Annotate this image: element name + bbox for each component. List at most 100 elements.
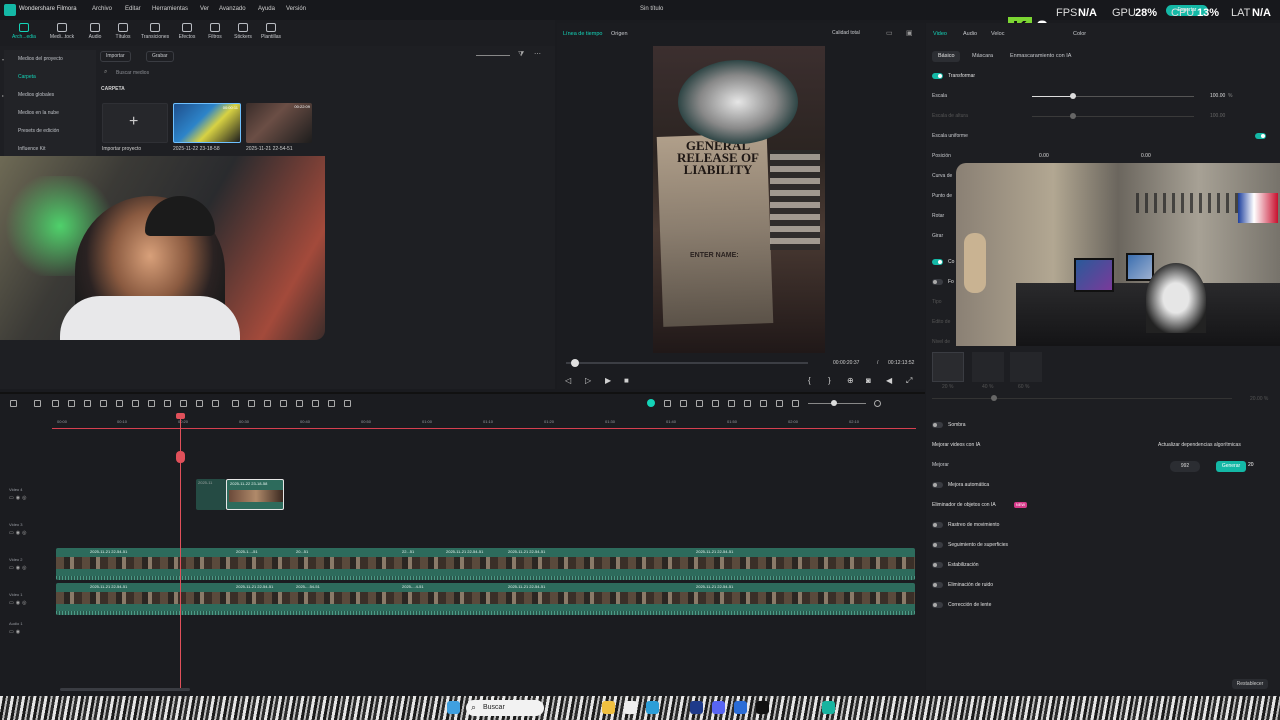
quality-select[interactable]: Calidad total	[832, 30, 860, 36]
sidebar-item-project-media[interactable]: Medios del proyecto	[18, 56, 63, 62]
app-icon[interactable]	[756, 701, 769, 714]
tool-titles[interactable]: Títulos	[109, 20, 137, 46]
subtab-ai-mask[interactable]: Enmascaramiento con IA	[1010, 53, 1071, 59]
playhead-cut-handle[interactable]	[176, 451, 185, 463]
surface-tracking-toggle[interactable]	[932, 542, 943, 548]
scale-value[interactable]: 100.00	[1210, 93, 1225, 99]
record-button[interactable]: Grabar	[146, 51, 174, 62]
scale-height-slider[interactable]	[1032, 116, 1194, 117]
transform-icon[interactable]	[280, 400, 287, 407]
mic-icon[interactable]	[728, 400, 735, 407]
filmora-taskbar-icon[interactable]	[822, 701, 835, 714]
scale-slider-handle[interactable]	[1070, 93, 1076, 99]
keyframe-icon[interactable]	[232, 400, 239, 407]
undo-icon[interactable]	[52, 400, 59, 407]
noise-removal-toggle[interactable]	[932, 582, 943, 588]
crop-icon[interactable]	[116, 400, 123, 407]
opacity-slider[interactable]	[932, 398, 1232, 399]
motion-tracking-toggle[interactable]	[932, 522, 943, 528]
import-button[interactable]: Importar	[100, 51, 131, 62]
eye-icon[interactable]	[328, 400, 335, 407]
tab-timeline-preview[interactable]: Línea de tiempo	[563, 31, 602, 37]
zoom-in-icon[interactable]	[874, 400, 881, 407]
generate-button[interactable]: Generar	[1216, 461, 1246, 472]
playhead-top-handle[interactable]	[176, 413, 185, 419]
mark-out-icon[interactable]: }	[828, 376, 831, 385]
stabilization-toggle[interactable]	[932, 562, 943, 568]
app-icon[interactable]	[734, 701, 747, 714]
tool-transitions[interactable]: Transiciones	[141, 20, 169, 46]
scene-icon[interactable]	[776, 400, 783, 407]
menu-help[interactable]: Ayuda	[258, 6, 275, 12]
media-thumb-clip-1[interactable]: 00:00:11	[173, 103, 241, 143]
timeline-track-video2[interactable]: 2025-11-21 22-54-51 2025-1...-51 20...51…	[56, 548, 915, 580]
auto-enhance-toggle[interactable]	[932, 482, 943, 488]
menu-version[interactable]: Versión	[286, 6, 306, 12]
ai-cut-icon[interactable]	[664, 400, 671, 407]
audio-mix-icon[interactable]	[744, 400, 751, 407]
media-thumb-clip-2[interactable]: 00:22:09	[246, 103, 312, 143]
edge-icon[interactable]	[646, 701, 659, 714]
track-controls-icon[interactable]: ▭◉◎	[9, 565, 28, 571]
camera-icon[interactable]: ◙	[866, 376, 871, 385]
preset-thumb-3[interactable]	[1010, 352, 1042, 382]
audio-detach-icon[interactable]	[312, 400, 319, 407]
snap-toggle-icon[interactable]	[647, 399, 655, 407]
fullscreen-icon[interactable]: ⤢	[906, 376, 912, 386]
sidebar-item-cloud-media[interactable]: Medios en la nube	[18, 110, 59, 116]
menu-file[interactable]: Archivo	[92, 6, 112, 12]
text-icon[interactable]	[132, 400, 139, 407]
subtab-mask[interactable]: Máscara	[972, 53, 993, 59]
thumbnail-size-slider[interactable]	[476, 55, 510, 56]
redo-icon[interactable]	[68, 400, 75, 407]
preset-thumb-2[interactable]	[972, 352, 1004, 382]
play-frame-icon[interactable]: ▷	[585, 376, 591, 385]
delete-icon[interactable]	[84, 400, 91, 407]
update-deps-link[interactable]: Actualizar dependencias algorítmicas	[1158, 442, 1241, 448]
menu-edit[interactable]: Editar	[125, 6, 141, 12]
tab-speed[interactable]: Veloc	[991, 31, 1004, 37]
sidebar-item-global-media[interactable]: Medios globales	[18, 92, 54, 98]
color-icon[interactable]	[196, 400, 203, 407]
timeline-track-video1[interactable]: 2025-11-21 22-54-51 2025-11-21 22-54-51 …	[56, 583, 915, 615]
track-controls-icon[interactable]: ▭◉◎	[9, 495, 28, 501]
mask-icon[interactable]	[264, 400, 271, 407]
ai-tool-icon[interactable]	[148, 400, 155, 407]
taskbar-search[interactable]: ⌕ Buscar	[466, 700, 544, 716]
zoom-slider-handle[interactable]	[831, 400, 837, 406]
preview-seek-bar[interactable]	[566, 362, 808, 364]
track-height-icon[interactable]	[760, 400, 767, 407]
menu-view[interactable]: Ver	[200, 6, 209, 12]
tab-video[interactable]: Video	[933, 31, 947, 37]
step-back-icon[interactable]: ◁	[565, 376, 571, 385]
app-icon[interactable]	[690, 701, 703, 714]
preset-thumb-1[interactable]	[932, 352, 964, 382]
uniform-scale-toggle[interactable]	[1255, 133, 1266, 139]
play-icon[interactable]: ▶	[605, 376, 611, 385]
tab-origin-preview[interactable]: Origen	[611, 31, 628, 37]
scale-height-handle[interactable]	[1070, 113, 1076, 119]
tool-stock[interactable]: Medi...tock	[48, 20, 76, 46]
select-icon[interactable]	[34, 400, 41, 407]
position-x[interactable]: 0.00	[1039, 153, 1049, 159]
import-project-tile[interactable]: +	[102, 103, 168, 143]
timeline-clip-v4-a[interactable]: 2025-11	[196, 479, 226, 510]
shield-icon[interactable]	[680, 400, 687, 407]
sidebar-item-edit-presets[interactable]: Presets de edición	[18, 128, 59, 134]
tool-filters[interactable]: Filtros	[201, 20, 229, 46]
zoom-icon[interactable]: ⊕	[847, 376, 854, 385]
speed-icon[interactable]	[164, 400, 171, 407]
track-controls-icon[interactable]: ▭◉◎	[9, 530, 28, 536]
marker-icon[interactable]	[712, 400, 719, 407]
store-icon[interactable]	[624, 701, 637, 714]
shadow-toggle[interactable]	[932, 422, 943, 428]
timeline-clip-v4-b[interactable]: 2025-11-22 23-18-58	[226, 479, 284, 510]
windows-start-icon[interactable]	[447, 701, 460, 714]
track-controls-icon[interactable]: ▭◉	[9, 629, 22, 635]
track-controls-icon[interactable]: ▭◉◎	[9, 600, 28, 606]
timeline-scrollbar[interactable]	[60, 688, 190, 691]
lens-correction-toggle[interactable]	[932, 602, 943, 608]
opacity-handle[interactable]	[991, 395, 997, 401]
zoom-slider[interactable]	[808, 403, 866, 404]
volume-icon[interactable]: ◀	[886, 376, 892, 385]
